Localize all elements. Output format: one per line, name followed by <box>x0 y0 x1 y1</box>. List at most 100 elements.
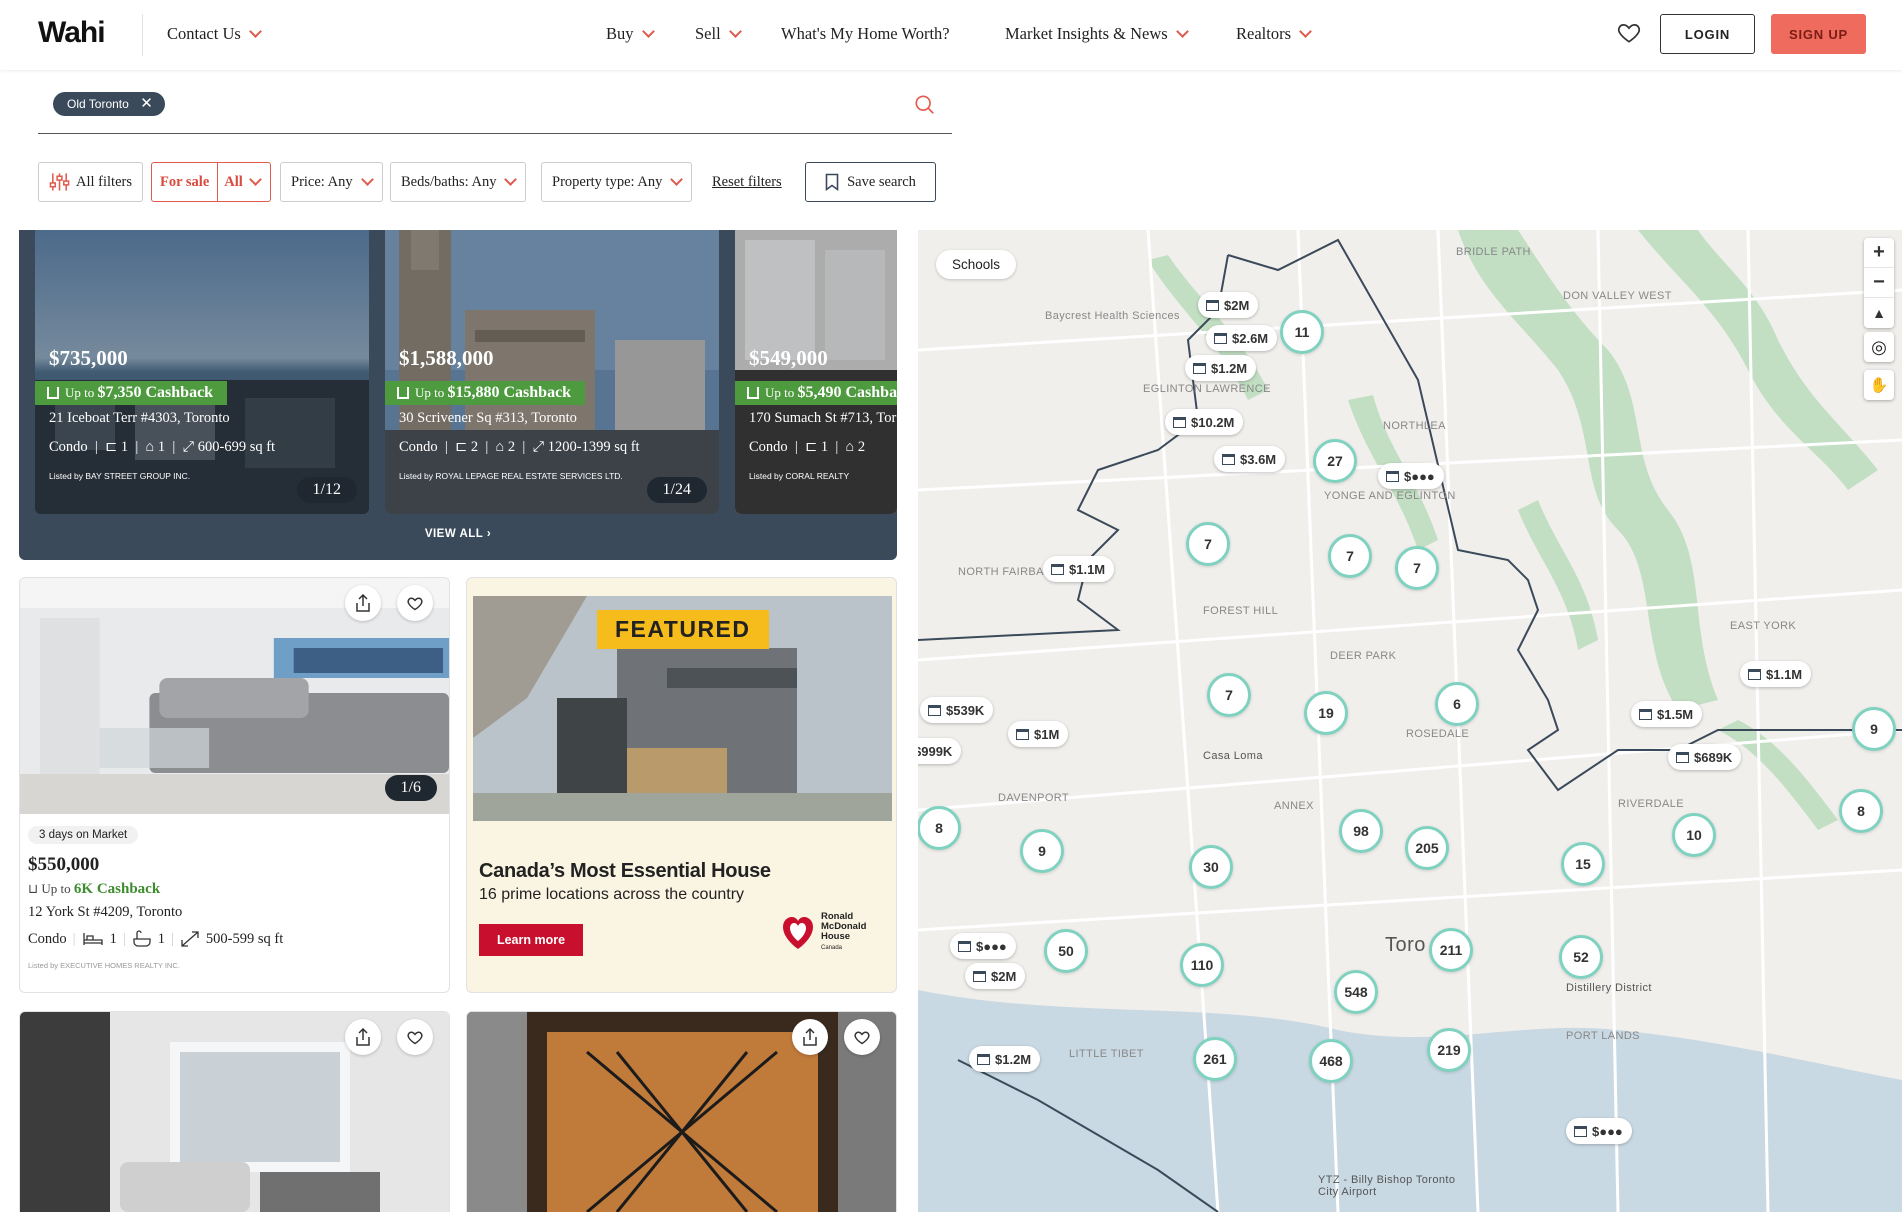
baths-count: 2 <box>857 439 866 455</box>
map-cluster[interactable]: 52 <box>1559 935 1603 979</box>
price-pin[interactable]: $1.5M <box>1631 701 1703 727</box>
map-cluster[interactable]: 548 <box>1334 970 1378 1014</box>
nav-buy[interactable]: Buy <box>606 24 655 44</box>
share-button[interactable] <box>345 1019 381 1055</box>
filter-label: Property type: Any <box>552 173 663 190</box>
map-cluster[interactable]: 50 <box>1044 929 1088 973</box>
map-cluster[interactable]: 6 <box>1435 682 1479 726</box>
close-icon[interactable]: ✕ <box>140 92 153 116</box>
price-pin[interactable]: $1M <box>1008 721 1069 747</box>
price-pin[interactable]: $539K <box>920 697 994 723</box>
carousel-card[interactable]: $735,000 Up to $7,350 Cashback 21 Iceboa… <box>35 230 369 514</box>
map-label: DAVENPORT <box>998 792 1070 804</box>
schools-toggle[interactable]: Schools <box>936 250 1017 279</box>
carousel-card[interactable]: $549,000 Up to $5,490 Cashback 170 Sumac… <box>735 230 897 514</box>
building-icon <box>1173 416 1186 428</box>
building-icon <box>1574 1125 1587 1137</box>
compass-icon[interactable]: ▲ <box>1864 298 1894 328</box>
map-cluster[interactable]: 7 <box>1395 546 1439 590</box>
map-cluster[interactable]: 9 <box>1020 829 1064 873</box>
map-cluster[interactable]: 7 <box>1328 534 1372 578</box>
map-label: Toro <box>1385 934 1426 956</box>
price-pin[interactable]: $●●● <box>950 933 1016 959</box>
view-all-link[interactable]: VIEW ALL › <box>19 528 897 540</box>
price-pin[interactable]: $1.1M <box>1043 556 1115 582</box>
featured-carousel: $735,000 Up to $7,350 Cashback 21 Iceboa… <box>19 230 897 560</box>
nav-market-insights[interactable]: Market Insights & News <box>1005 24 1189 44</box>
signup-button[interactable]: SIGN UP <box>1771 14 1866 54</box>
map-cluster[interactable]: 219 <box>1427 1028 1471 1072</box>
search-bar[interactable]: Old Toronto ✕ <box>38 88 952 134</box>
map-cluster[interactable]: 10 <box>1672 813 1716 857</box>
all-option[interactable]: All <box>218 163 266 201</box>
listing-card[interactable]: 1/6 3 days on Market $550,000 ⊔ Up to 6K… <box>19 577 450 993</box>
map-cluster[interactable]: 8 <box>918 806 961 850</box>
login-button[interactable]: LOGIN <box>1660 14 1755 54</box>
zoom-in-button[interactable]: + <box>1864 238 1894 268</box>
price-pin[interactable]: $10.2M <box>1165 409 1244 435</box>
map-cluster[interactable]: 30 <box>1189 845 1233 889</box>
listing-card[interactable] <box>466 1011 897 1212</box>
map-cluster[interactable]: 98 <box>1339 809 1383 853</box>
save-search-button[interactable]: Save search <box>805 162 936 202</box>
filter-label: Price: Any <box>291 173 353 190</box>
map-cluster[interactable]: 7 <box>1186 522 1230 566</box>
price-pin[interactable]: $1.1M <box>1740 661 1812 687</box>
wahi-mark-icon: ⊔ <box>28 881 39 896</box>
map-cluster[interactable]: 9 <box>1852 707 1896 751</box>
zoom-out-button[interactable]: − <box>1864 268 1894 298</box>
price-pin[interactable]: $●●● <box>1378 463 1444 489</box>
price-pin[interactable]: $3.6M <box>1214 446 1286 472</box>
favorite-button[interactable] <box>844 1019 880 1055</box>
favorite-button[interactable] <box>397 1019 433 1055</box>
carousel-card[interactable]: $1,588,000 Up to $15,880 Cashback 30 Scr… <box>385 230 719 514</box>
map-view[interactable]: Schools + − ▲ ◎ ✋ BRIDLE PATH DON VALLEY… <box>918 230 1902 1212</box>
property-type: Condo <box>399 439 438 455</box>
share-button[interactable] <box>345 585 381 621</box>
nav-contact-us[interactable]: Contact Us <box>167 24 262 44</box>
price-pin[interactable]: $999K <box>918 738 962 764</box>
nav-sell[interactable]: Sell <box>695 24 742 44</box>
map-cluster[interactable]: 205 <box>1405 826 1449 870</box>
price-pin[interactable]: $2M <box>965 963 1026 989</box>
property-type-filter[interactable]: Property type: Any <box>541 162 693 202</box>
cashback-badge: Up to $5,490 Cashback <box>735 381 897 405</box>
draw-hand-button[interactable]: ✋ <box>1864 370 1894 400</box>
favorites-heart-icon[interactable] <box>1616 20 1642 46</box>
price-pin[interactable]: $1.2M <box>1185 355 1257 381</box>
map-cluster[interactable]: 261 <box>1193 1037 1237 1081</box>
favorite-button[interactable] <box>397 585 433 621</box>
featured-ad[interactable]: FEATURED Canada’s Most Essential House 1… <box>466 577 897 993</box>
map-cluster[interactable]: 468 <box>1309 1039 1353 1083</box>
all-filters-button[interactable]: All filters <box>38 162 143 202</box>
nav-realtors[interactable]: Realtors <box>1236 24 1312 44</box>
wahi-logo[interactable]: Wahi <box>38 16 106 50</box>
map-cluster[interactable]: 15 <box>1561 842 1605 886</box>
price-filter[interactable]: Price: Any <box>280 162 383 202</box>
location-chip[interactable]: Old Toronto ✕ <box>53 92 165 116</box>
listing-status-toggle[interactable]: For sale All <box>151 162 271 202</box>
map-cluster[interactable]: 27 <box>1313 439 1357 483</box>
price-pin[interactable]: $2M <box>1198 292 1259 318</box>
map-cluster[interactable]: 110 <box>1180 943 1224 987</box>
my-location-button[interactable]: ◎ <box>1864 332 1894 362</box>
map-cluster[interactable]: 211 <box>1429 928 1473 972</box>
nav-home-worth[interactable]: What's My Home Worth? <box>781 24 950 44</box>
price-pin[interactable]: $●●● <box>1566 1118 1632 1144</box>
price-pin[interactable]: $1.2M <box>969 1046 1041 1072</box>
listing-photo <box>20 1012 449 1212</box>
price-pin[interactable]: $689K <box>1668 744 1742 770</box>
listing-card[interactable] <box>19 1011 450 1212</box>
for-sale-option[interactable]: For sale <box>152 163 219 201</box>
reset-filters-link[interactable]: Reset filters <box>712 174 782 191</box>
learn-more-button[interactable]: Learn more <box>479 924 583 956</box>
beds-baths-filter[interactable]: Beds/baths: Any <box>390 162 527 202</box>
search-icon[interactable] <box>914 94 936 116</box>
map-cluster[interactable]: 7 <box>1207 673 1251 717</box>
map-cluster[interactable]: 19 <box>1304 691 1348 735</box>
pin-price: $3.6M <box>1240 451 1277 467</box>
map-cluster[interactable]: 11 <box>1280 310 1324 354</box>
price-pin[interactable]: $2.6M <box>1206 325 1278 351</box>
share-button[interactable] <box>792 1019 828 1055</box>
map-cluster[interactable]: 8 <box>1839 789 1883 833</box>
